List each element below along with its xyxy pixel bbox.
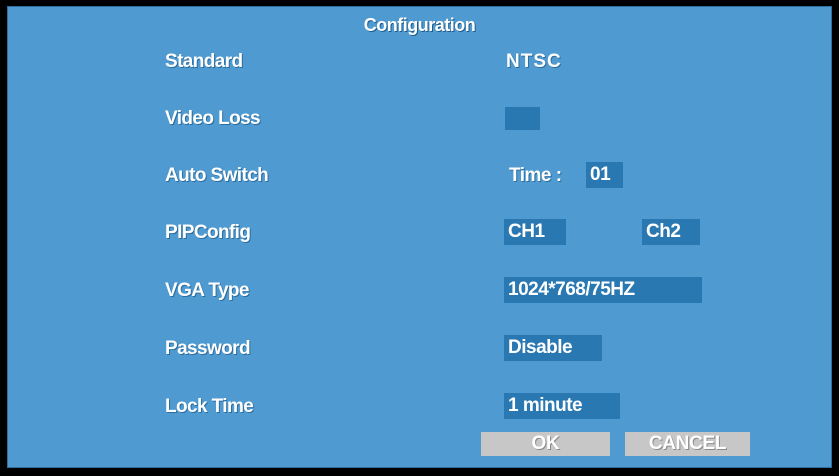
pip-ch2-field[interactable]: Ch2 xyxy=(642,219,700,245)
dialog-title: Configuration xyxy=(363,15,476,35)
configuration-panel xyxy=(7,6,832,468)
pip-ch1-field[interactable]: CH1 xyxy=(504,219,566,245)
auto-switch-time-label: Time : xyxy=(509,165,562,186)
auto-switch-time-field[interactable]: 01 xyxy=(586,162,623,188)
password-label: Password xyxy=(165,338,251,359)
auto-switch-label: Auto Switch xyxy=(165,165,269,186)
ok-button[interactable]: OK xyxy=(481,432,610,456)
screen: Configuration Standard NTSC Video Loss A… xyxy=(0,0,839,476)
standard-value[interactable]: NTSC xyxy=(506,51,562,73)
lock-time-field[interactable]: 1 minute xyxy=(504,393,620,419)
lock-time-label: Lock Time xyxy=(165,396,254,417)
password-field[interactable]: Disable xyxy=(504,335,602,361)
vga-type-field[interactable]: 1024*768/75HZ xyxy=(504,277,702,303)
video-loss-checkbox[interactable] xyxy=(505,107,540,130)
cancel-button[interactable]: CANCEL xyxy=(625,432,750,456)
standard-label: Standard xyxy=(165,51,243,72)
video-loss-label: Video Loss xyxy=(165,108,261,129)
vga-type-label: VGA Type xyxy=(165,280,249,301)
pip-config-label: PIPConfig xyxy=(165,222,251,243)
